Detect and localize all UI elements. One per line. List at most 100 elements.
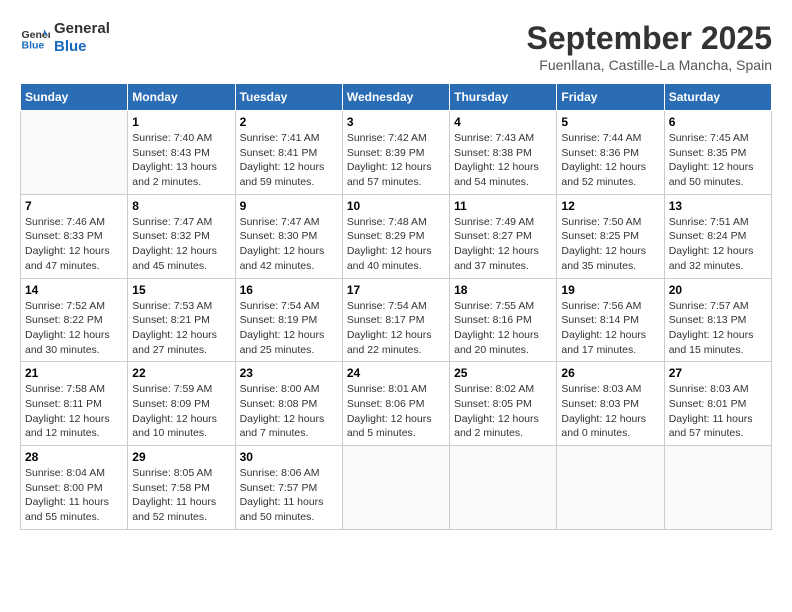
logo-blue: Blue [54,38,110,56]
weekday-header-saturday: Saturday [664,84,771,111]
calendar-cell: 10Sunrise: 7:48 AMSunset: 8:29 PMDayligh… [342,194,449,278]
day-number: 25 [454,366,552,380]
day-info: Sunrise: 7:54 AMSunset: 8:19 PMDaylight:… [240,299,338,358]
day-number: 22 [132,366,230,380]
calendar-cell: 8Sunrise: 7:47 AMSunset: 8:32 PMDaylight… [128,194,235,278]
day-number: 3 [347,115,445,129]
calendar-cell: 20 Sunrise: 7:57 AMSunset: 8:13 PMDayligh… [664,278,771,362]
day-info: Sunrise: 7:43 AMSunset: 8:38 PMDaylight:… [454,131,552,190]
day-info: Sunrise: 7:49 AMSunset: 8:27 PMDaylight:… [454,215,552,274]
calendar-cell [21,111,128,195]
day-info: Sunrise: 8:02 AMSunset: 8:05 PMDaylight:… [454,382,552,441]
calendar-cell: 27 Sunrise: 8:03 AMSunset: 8:01 PMDayligh… [664,362,771,446]
title-block: September 2025 Fuenllana, Castille-La Ma… [527,20,772,73]
calendar-cell: 15 Sunrise: 7:53 AMSunset: 8:21 PMDayligh… [128,278,235,362]
calendar-cell: 11 Sunrise: 7:49 AMSunset: 8:27 PMDayligh… [450,194,557,278]
calendar-cell: 29Sunrise: 8:05 AMSunset: 7:58 PMDayligh… [128,446,235,530]
day-info: Sunrise: 7:51 AMSunset: 8:24 PMDaylight:… [669,215,767,274]
day-info: Sunrise: 8:06 AMSunset: 7:57 PMDaylight:… [240,466,338,525]
day-info: Sunrise: 7:59 AMSunset: 8:09 PMDaylight:… [132,382,230,441]
calendar-week-4: 21 Sunrise: 7:58 AMSunset: 8:11 PMDayligh… [21,362,772,446]
calendar-cell [664,446,771,530]
calendar-cell: 4Sunrise: 7:43 AMSunset: 8:38 PMDaylight… [450,111,557,195]
day-number: 13 [669,199,767,213]
day-info: Sunrise: 8:05 AMSunset: 7:58 PMDaylight:… [132,466,230,525]
day-number: 12 [561,199,659,213]
day-number: 28 [25,450,123,464]
day-number: 2 [240,115,338,129]
location-subtitle: Fuenllana, Castille-La Mancha, Spain [527,57,772,73]
day-info: Sunrise: 7:53 AMSunset: 8:21 PMDaylight:… [132,299,230,358]
day-number: 21 [25,366,123,380]
day-info: Sunrise: 8:00 AMSunset: 8:08 PMDaylight:… [240,382,338,441]
day-info: Sunrise: 7:50 AMSunset: 8:25 PMDaylight:… [561,215,659,274]
calendar-cell: 24Sunrise: 8:01 AMSunset: 8:06 PMDayligh… [342,362,449,446]
calendar-cell [450,446,557,530]
day-number: 9 [240,199,338,213]
calendar-cell: 16 Sunrise: 7:54 AMSunset: 8:19 PMDayligh… [235,278,342,362]
weekday-header-wednesday: Wednesday [342,84,449,111]
day-number: 17 [347,283,445,297]
calendar-cell: 26 Sunrise: 8:03 AMSunset: 8:03 PMDayligh… [557,362,664,446]
calendar-cell: 28 Sunrise: 8:04 AMSunset: 8:00 PMDayligh… [21,446,128,530]
day-info: Sunrise: 8:03 AMSunset: 8:03 PMDaylight:… [561,382,659,441]
logo-general: General [54,20,110,38]
day-info: Sunrise: 7:52 AMSunset: 8:22 PMDaylight:… [25,299,123,358]
day-info: Sunrise: 8:01 AMSunset: 8:06 PMDaylight:… [347,382,445,441]
calendar-cell: 5Sunrise: 7:44 AMSunset: 8:36 PMDaylight… [557,111,664,195]
calendar-cell: 1 Sunrise: 7:40 AMSunset: 8:43 PMDaylight… [128,111,235,195]
calendar-week-5: 28 Sunrise: 8:04 AMSunset: 8:00 PMDayligh… [21,446,772,530]
logo-icon: General Blue [20,23,50,53]
day-number: 27 [669,366,767,380]
page-header: General Blue General Blue September 2025… [20,20,772,73]
calendar-cell: 6Sunrise: 7:45 AMSunset: 8:35 PMDaylight… [664,111,771,195]
calendar-body: 1 Sunrise: 7:40 AMSunset: 8:43 PMDaylight… [21,111,772,530]
day-info: Sunrise: 8:04 AMSunset: 8:00 PMDaylight:… [25,466,123,525]
calendar-header-row: SundayMondayTuesdayWednesdayThursdayFrid… [21,84,772,111]
day-number: 1 [132,115,230,129]
calendar-cell: 3 Sunrise: 7:42 AMSunset: 8:39 PMDaylight… [342,111,449,195]
calendar-cell: 9 Sunrise: 7:47 AMSunset: 8:30 PMDaylight… [235,194,342,278]
calendar-cell: 30 Sunrise: 8:06 AMSunset: 7:57 PMDayligh… [235,446,342,530]
calendar-cell: 17 Sunrise: 7:54 AMSunset: 8:17 PMDayligh… [342,278,449,362]
day-info: Sunrise: 7:42 AMSunset: 8:39 PMDaylight:… [347,131,445,190]
day-number: 19 [561,283,659,297]
day-info: Sunrise: 7:58 AMSunset: 8:11 PMDaylight:… [25,382,123,441]
day-number: 23 [240,366,338,380]
day-number: 26 [561,366,659,380]
day-info: Sunrise: 7:55 AMSunset: 8:16 PMDaylight:… [454,299,552,358]
day-number: 14 [25,283,123,297]
day-info: Sunrise: 7:40 AMSunset: 8:43 PMDaylight:… [132,131,230,190]
weekday-header-sunday: Sunday [21,84,128,111]
calendar-cell: 21 Sunrise: 7:58 AMSunset: 8:11 PMDayligh… [21,362,128,446]
day-info: Sunrise: 7:46 AMSunset: 8:33 PMDaylight:… [25,215,123,274]
calendar-cell: 18 Sunrise: 7:55 AMSunset: 8:16 PMDayligh… [450,278,557,362]
calendar-cell: 13 Sunrise: 7:51 AMSunset: 8:24 PMDayligh… [664,194,771,278]
day-number: 16 [240,283,338,297]
calendar-cell: 2Sunrise: 7:41 AMSunset: 8:41 PMDaylight… [235,111,342,195]
day-number: 18 [454,283,552,297]
day-info: Sunrise: 7:54 AMSunset: 8:17 PMDaylight:… [347,299,445,358]
day-info: Sunrise: 8:03 AMSunset: 8:01 PMDaylight:… [669,382,767,441]
calendar-cell: 19Sunrise: 7:56 AMSunset: 8:14 PMDayligh… [557,278,664,362]
day-number: 30 [240,450,338,464]
day-number: 20 [669,283,767,297]
day-number: 5 [561,115,659,129]
calendar-cell [342,446,449,530]
calendar-cell: 14 Sunrise: 7:52 AMSunset: 8:22 PMDayligh… [21,278,128,362]
weekday-header-thursday: Thursday [450,84,557,111]
weekday-header-monday: Monday [128,84,235,111]
svg-text:Blue: Blue [22,40,45,52]
calendar-cell: 7 Sunrise: 7:46 AMSunset: 8:33 PMDaylight… [21,194,128,278]
calendar-cell [557,446,664,530]
day-info: Sunrise: 7:47 AMSunset: 8:30 PMDaylight:… [240,215,338,274]
day-number: 10 [347,199,445,213]
day-number: 7 [25,199,123,213]
day-info: Sunrise: 7:57 AMSunset: 8:13 PMDaylight:… [669,299,767,358]
day-info: Sunrise: 7:47 AMSunset: 8:32 PMDaylight:… [132,215,230,274]
day-info: Sunrise: 7:45 AMSunset: 8:35 PMDaylight:… [669,131,767,190]
calendar-week-2: 7 Sunrise: 7:46 AMSunset: 8:33 PMDaylight… [21,194,772,278]
day-number: 11 [454,199,552,213]
calendar-cell: 25 Sunrise: 8:02 AMSunset: 8:05 PMDayligh… [450,362,557,446]
day-number: 15 [132,283,230,297]
